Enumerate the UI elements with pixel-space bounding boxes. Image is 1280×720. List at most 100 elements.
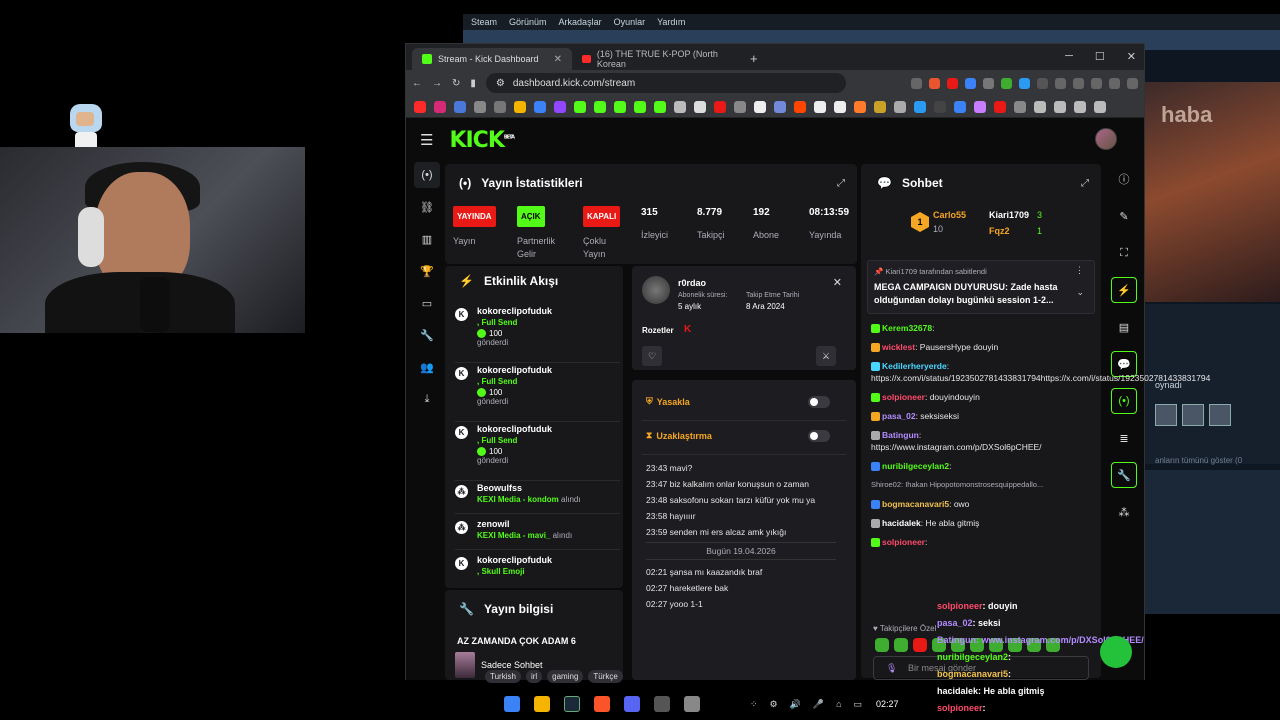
bookmark-icon[interactable]: [774, 100, 786, 113]
forward-icon[interactable]: →: [432, 78, 442, 89]
trophy-nav-icon[interactable]: 🏆: [414, 258, 440, 284]
bookmark-icon[interactable]: [954, 100, 966, 113]
timeout-toggle[interactable]: [808, 430, 830, 442]
emote-icon[interactable]: [913, 638, 927, 652]
folder-icon[interactable]: [1094, 100, 1106, 113]
activity-item[interactable]: K kokoreclipofuduk , Full Send 100 gönde…: [455, 424, 620, 481]
more-options-icon[interactable]: ⋮: [1075, 265, 1084, 276]
clip-icon[interactable]: ⛶: [1111, 240, 1137, 266]
broadcast-icon[interactable]: (•): [1111, 388, 1137, 414]
bookmark-icon[interactable]: [934, 100, 946, 113]
bookmark-icon[interactable]: [1014, 100, 1026, 113]
bookmark-kick-icon[interactable]: [614, 100, 626, 113]
bookmark-icon[interactable]: [654, 100, 666, 113]
extension-icon[interactable]: [1019, 77, 1030, 89]
chat-message[interactable]: hacidalek: He abla gitmiş: [871, 517, 1093, 529]
reload-icon[interactable]: ↻: [452, 78, 460, 89]
app-icon[interactable]: [684, 696, 700, 712]
emote-icon[interactable]: [875, 638, 889, 652]
tab-kick-dashboard[interactable]: Stream - Kick Dashboard ✕: [412, 48, 572, 70]
tag[interactable]: Turkish: [485, 670, 521, 683]
pinned-message[interactable]: 📌 Kiari1709 tarafından sabitlendi MEGA C…: [867, 260, 1095, 314]
steam-show-all-hint[interactable]: anların tümünü göster (0: [1155, 456, 1242, 465]
steam-menu-friends[interactable]: Arkadaşlar: [559, 17, 602, 27]
bookmark-icon[interactable]: [894, 100, 906, 113]
stack-icon[interactable]: ≣: [1111, 425, 1137, 451]
chat-message[interactable]: nuribilgeceylan2:: [871, 460, 1093, 472]
share-icon[interactable]: [911, 77, 922, 89]
minimize-icon[interactable]: ─: [1065, 50, 1073, 63]
tag[interactable]: gaming: [547, 670, 584, 683]
bookmark-icon[interactable]: [674, 100, 686, 113]
activity-item[interactable]: K kokoreclipofuduk , Full Send 100 gönde…: [455, 365, 620, 422]
back-icon[interactable]: ←: [412, 78, 422, 89]
folder-icon[interactable]: [1074, 100, 1086, 113]
stat-partner[interactable]: AÇIK Partnerlik Gelir: [517, 206, 571, 261]
close-window-icon[interactable]: ✕: [1127, 50, 1136, 63]
profile-avatar[interactable]: [1095, 128, 1117, 150]
bookmark-icon[interactable]: [494, 100, 506, 113]
volume-icon[interactable]: 🔊: [790, 699, 801, 710]
chat-message[interactable]: Batingun: https://www.instagram.com/p/DX…: [871, 429, 1093, 453]
bookmark-instagram-icon[interactable]: [434, 100, 446, 113]
chat-message[interactable]: solpioneer: douyindouyin: [871, 391, 1093, 403]
achievement-icon[interactable]: [1155, 404, 1177, 426]
bookmark-icon[interactable]: [914, 100, 926, 113]
brave-icon[interactable]: [594, 696, 610, 712]
bookmark-icon[interactable]: ▮: [470, 78, 476, 89]
site-info-icon[interactable]: ⚙: [496, 78, 505, 89]
bookmark-x-icon[interactable]: [754, 100, 766, 113]
bookmark-icon[interactable]: [634, 100, 646, 113]
stream-nav-icon[interactable]: (•): [414, 162, 440, 188]
network-icon[interactable]: ⌂: [836, 699, 841, 709]
notes-icon[interactable]: ▤: [1111, 314, 1137, 340]
chat-message[interactable]: Shiroe02: Ihakan Hipopotomonstrosesquipp…: [871, 479, 1093, 491]
bookmark-twitch-icon[interactable]: [554, 100, 566, 113]
chat-message[interactable]: bogmacanavari5: owo: [871, 498, 1093, 510]
media-nav-icon[interactable]: ▭: [414, 290, 440, 316]
download-nav-icon[interactable]: ⤓: [414, 386, 440, 412]
bookmark-icon[interactable]: [714, 100, 726, 113]
chat-message[interactable]: solpioneer:: [871, 536, 1093, 548]
new-tab-button[interactable]: +: [742, 51, 766, 70]
stat-multistream[interactable]: KAPALI Çoklu Yayın: [583, 206, 623, 261]
file-explorer-icon[interactable]: [534, 696, 550, 712]
heart-icon[interactable]: ♡: [642, 346, 662, 366]
activity-item[interactable]: ⁂ zenowil KEXI Media - mavi_ alındı: [455, 519, 620, 550]
folder-icon[interactable]: [1034, 100, 1046, 113]
bookmark-kick-icon[interactable]: [594, 100, 606, 113]
users-nav-icon[interactable]: 👥: [414, 354, 440, 380]
chat-message[interactable]: wicklest: PausersHype douyin: [871, 341, 1093, 353]
steam-menu-games[interactable]: Oyunlar: [614, 17, 646, 27]
steam-icon[interactable]: [564, 696, 580, 712]
mod-tool-icon[interactable]: ⚔: [816, 346, 836, 366]
expand-icon[interactable]: ⤢: [837, 178, 845, 189]
bookmark-drive-icon[interactable]: [514, 100, 526, 113]
brave-shield-icon[interactable]: [929, 77, 940, 89]
tag[interactable]: irl: [525, 670, 543, 683]
steam-menu-help[interactable]: Yardım: [657, 17, 685, 27]
activity-item[interactable]: K kokoreclipofuduk , Full Send 100 gönde…: [455, 306, 620, 363]
chevron-down-icon[interactable]: ⌄: [1076, 287, 1084, 298]
activity-item[interactable]: ⁂ Beowulfss KEXI Media - kondom alındı: [455, 483, 620, 514]
hamburger-menu-icon[interactable]: ☰: [420, 131, 433, 149]
chat-message[interactable]: Kerem32678:: [871, 322, 1093, 334]
extension-icon[interactable]: [1001, 77, 1012, 89]
extension-icon[interactable]: [965, 77, 976, 89]
tag[interactable]: Türkçe: [588, 670, 623, 683]
bookmark-icon[interactable]: [814, 100, 826, 113]
bookmark-icon[interactable]: [834, 100, 846, 113]
bookmark-reddit-icon[interactable]: [794, 100, 806, 113]
mic-icon[interactable]: 🎤: [813, 699, 824, 710]
bookmark-icon[interactable]: [874, 100, 886, 113]
app-icon[interactable]: [654, 696, 670, 712]
stats-nav-icon[interactable]: ▥: [414, 226, 440, 252]
extension-icon[interactable]: [1037, 77, 1048, 89]
microphone-icon[interactable]: 🎙: [886, 663, 897, 674]
apps-icon[interactable]: ⁂: [1111, 499, 1137, 525]
bookmark-icon[interactable]: [974, 100, 986, 113]
folder-icon[interactable]: [1054, 100, 1066, 113]
link-nav-icon[interactable]: ⛓: [414, 194, 440, 220]
steam-tray-icon[interactable]: ⚙: [770, 699, 778, 710]
chat-message[interactable]: pasa_02: seksiseksi: [871, 410, 1093, 422]
